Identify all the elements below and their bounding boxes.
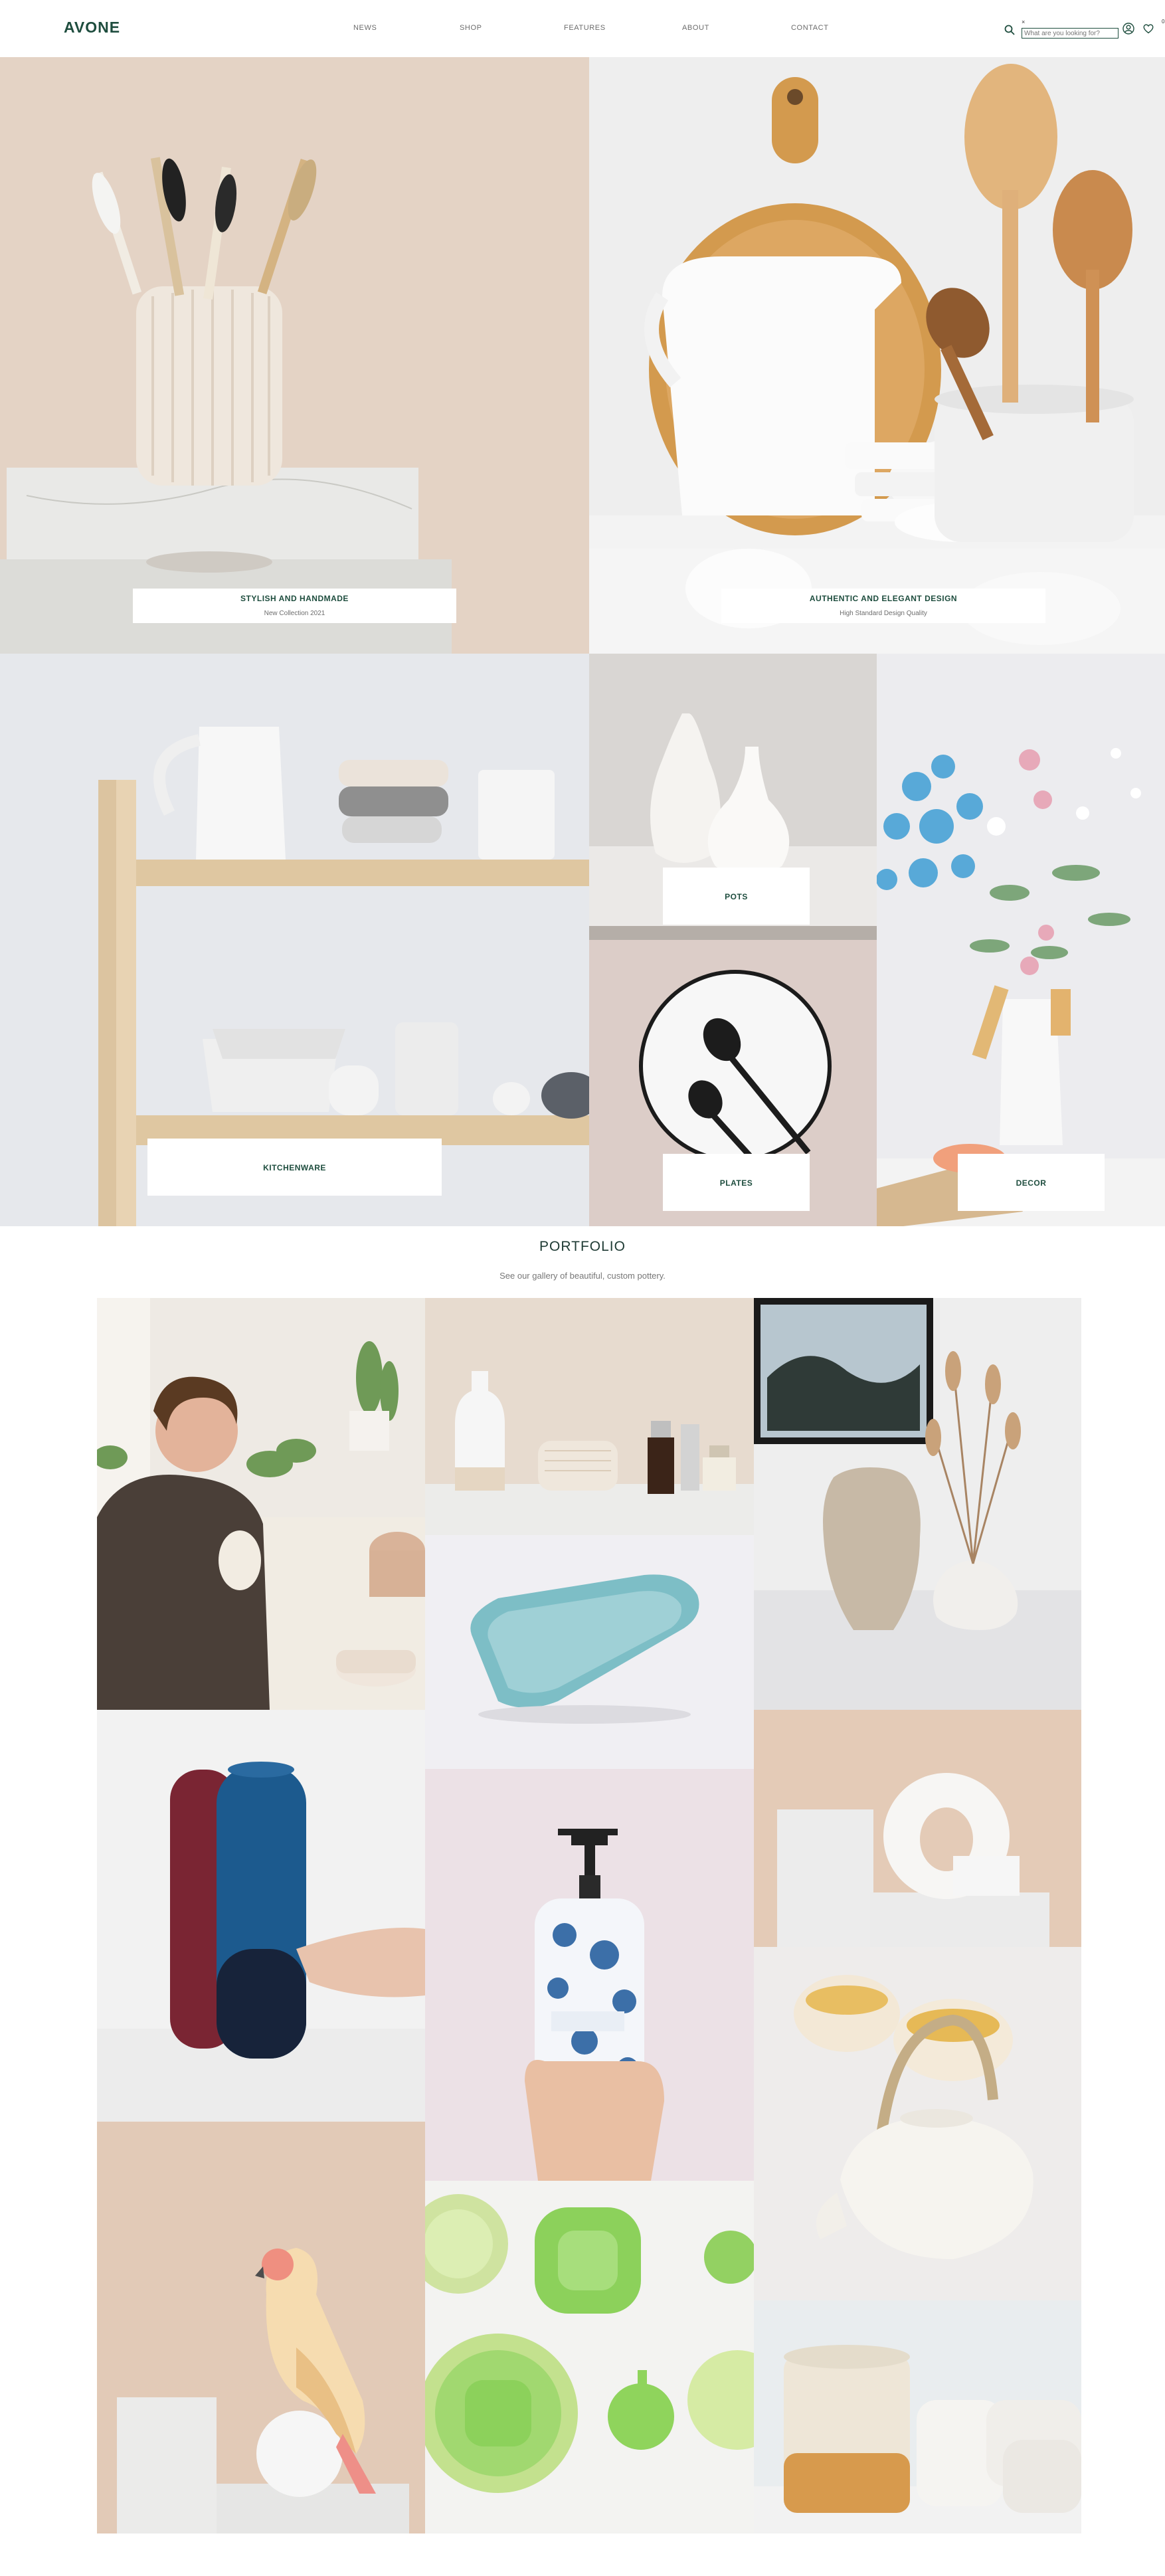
search-icon[interactable] [1004,25,1015,35]
portfolio-image-blue-red-vases[interactable] [97,1710,425,2122]
portfolio-subtitle: See our gallery of beautiful, custom pot… [499,1271,666,1281]
banner-subtitle-right: High Standard Design Quality [840,610,927,617]
portfolio-image-green-dishes[interactable] [425,2181,754,2533]
portfolio-image-dried-flower-vases[interactable] [754,1298,1081,1710]
category-label-kitchenware[interactable]: KITCHENWARE [147,1139,442,1196]
heart-icon[interactable] [1142,23,1154,35]
banner-title-right[interactable]: AUTHENTIC AND ELEGANT DESIGN [721,594,1045,603]
portfolio-image-bottles-set[interactable] [425,1298,754,1535]
portfolio-image-soap-dispenser[interactable] [425,1769,754,2181]
category-title-pots[interactable]: POTS [663,892,810,901]
nav-contact[interactable]: CONTACT [791,24,829,32]
category-label-decor[interactable]: DECOR [958,1154,1105,1211]
portfolio-image-blue-plate[interactable] [425,1535,754,1769]
category-label-plates[interactable]: PLATES [663,1154,810,1211]
banner-caption-right: AUTHENTIC AND ELEGANT DESIGN High Standa… [721,589,1045,623]
portfolio-image-parrot-figurine[interactable] [97,2122,425,2533]
category-title-decor[interactable]: DECOR [958,1178,1105,1188]
account-icon[interactable] [1122,23,1134,35]
portfolio-title: PORTFOLIO [539,1239,626,1254]
wishlist-count: 0 [1162,19,1165,25]
nav-features[interactable]: FEATURES [564,24,606,32]
site-logo[interactable]: AVONE [64,19,120,37]
search-input[interactable] [1022,28,1119,39]
category-title-plates[interactable]: PLATES [663,1178,810,1188]
portfolio-image-speckled-cups[interactable] [754,2300,1081,2533]
hero-image-kitchen-utensils[interactable] [589,57,1165,654]
category-title-kitchenware[interactable]: KITCHENWARE [147,1163,442,1172]
category-image-decor[interactable] [877,654,1165,1226]
portfolio-image-teapot[interactable] [754,1947,1081,2300]
banner-caption-left: STYLISH AND HANDMADE New Collection 2021 [133,589,456,623]
hero-image-toothbrush-holder[interactable] [0,57,589,654]
nav-shop[interactable]: SHOP [460,24,482,32]
banner-subtitle-left: New Collection 2021 [264,610,325,617]
portfolio-image-ring-vase[interactable] [754,1710,1081,1947]
portfolio-image-potter-woman[interactable] [97,1298,425,1710]
banner-title-left[interactable]: STYLISH AND HANDMADE [133,594,456,603]
site-header: AVONE NEWS SHOP FEATURES ABOUT CONTACT ×… [0,0,1165,57]
nav-news[interactable]: NEWS [353,24,377,32]
category-label-pots[interactable]: POTS [663,868,810,925]
search-close-icon[interactable]: × [1022,19,1025,25]
nav-about[interactable]: ABOUT [682,24,709,32]
